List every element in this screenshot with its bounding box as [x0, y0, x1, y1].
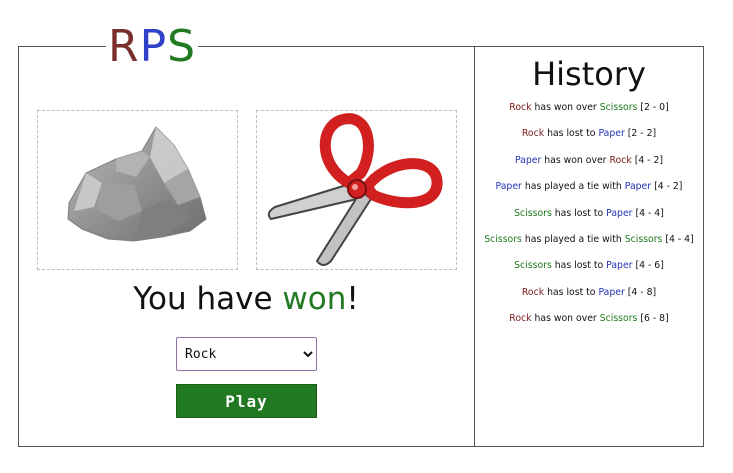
history-opponent-move: Paper	[624, 181, 652, 193]
history-opponent-move: Paper	[598, 286, 625, 298]
history-player-move: Paper	[514, 154, 542, 166]
logo-letter-r: R	[108, 21, 140, 72]
play-button[interactable]: Play	[176, 384, 317, 418]
history-verb: has played a tie with	[524, 233, 622, 245]
history-player-move: Rock	[509, 313, 532, 325]
rps-logo: RPS	[106, 21, 199, 72]
opponent-hand-card	[256, 110, 457, 270]
history-list: Rock has won over Scissors [2 - 0] Rock …	[475, 100, 703, 338]
history-verb: has won over	[544, 154, 607, 166]
history-opponent-move: Rock	[609, 154, 632, 166]
history-verb: has played a tie with	[524, 181, 622, 193]
history-entry: Scissors has lost to Paper [4 - 6]	[475, 258, 703, 284]
logo-letter-p: P	[139, 21, 168, 72]
result-prefix: You have	[133, 281, 283, 317]
rock-image	[67, 126, 207, 242]
logo-letter-s: S	[167, 21, 197, 72]
history-score: [4 - 6]	[635, 260, 664, 272]
history-score: [2 - 2]	[627, 128, 657, 140]
history-score: [6 - 8]	[640, 313, 669, 325]
history-score: [4 - 8]	[627, 286, 657, 298]
history-entry: Rock has lost to Paper [2 - 2]	[475, 126, 703, 152]
history-player-move: Scissors	[514, 260, 552, 272]
result-outcome: won	[282, 281, 347, 317]
scissors-image	[267, 113, 443, 266]
history-opponent-move: Paper	[598, 128, 625, 140]
history-entry: Rock has lost to Paper [4 - 8]	[475, 285, 703, 311]
history-player-move: Rock	[521, 286, 545, 298]
hand-select[interactable]: Rock Paper Scissors	[176, 337, 317, 371]
history-verb: has won over	[534, 313, 597, 325]
history-score: [4 - 2]	[634, 154, 664, 166]
frame-right	[703, 46, 704, 447]
history-entry: Rock has won over Scissors [2 - 0]	[475, 100, 703, 126]
frame-left	[18, 46, 19, 447]
history-opponent-move: Paper	[606, 260, 633, 272]
game-result: You have won!	[18, 279, 474, 319]
history-verb: has lost to	[554, 260, 604, 272]
history-verb: has lost to	[547, 128, 596, 140]
history-verb: has lost to	[547, 286, 596, 298]
history-entry: Paper has played a tie with Paper [4 - 2…	[475, 179, 703, 205]
history-entry: Scissors has lost to Paper [4 - 4]	[475, 206, 703, 232]
player-hand-card	[37, 110, 238, 270]
history-player-move: Paper	[495, 181, 522, 193]
history-player-move: Rock	[521, 128, 545, 140]
history-score: [4 - 4]	[635, 207, 664, 219]
result-suffix: !	[346, 281, 359, 317]
history-player-move: Rock	[509, 102, 532, 113]
history-opponent-move: Paper	[606, 207, 633, 219]
history-opponent-move: Scissors	[599, 102, 638, 113]
history-verb: has lost to	[554, 207, 604, 219]
history-entry: Rock has won over Scissors [6 - 8]	[475, 311, 703, 337]
history-score: [2 - 0]	[640, 102, 669, 113]
history-score: [4 - 4]	[665, 233, 694, 245]
history-player-move: Scissors	[514, 207, 552, 219]
frame-top-right	[186, 46, 704, 47]
history-entry: Scissors has played a tie with Scissors …	[475, 232, 703, 258]
history-entry: Paper has won over Rock [4 - 2]	[475, 153, 703, 179]
history-player-move: Scissors	[484, 233, 522, 245]
history-opponent-move: Scissors	[599, 313, 638, 325]
history-title: History	[532, 55, 646, 93]
frame-bottom	[18, 446, 704, 447]
history-opponent-move: Scissors	[624, 233, 663, 245]
history-verb: has won over	[534, 102, 597, 113]
frame-top-left	[18, 46, 110, 47]
history-score: [4 - 2]	[654, 181, 683, 193]
